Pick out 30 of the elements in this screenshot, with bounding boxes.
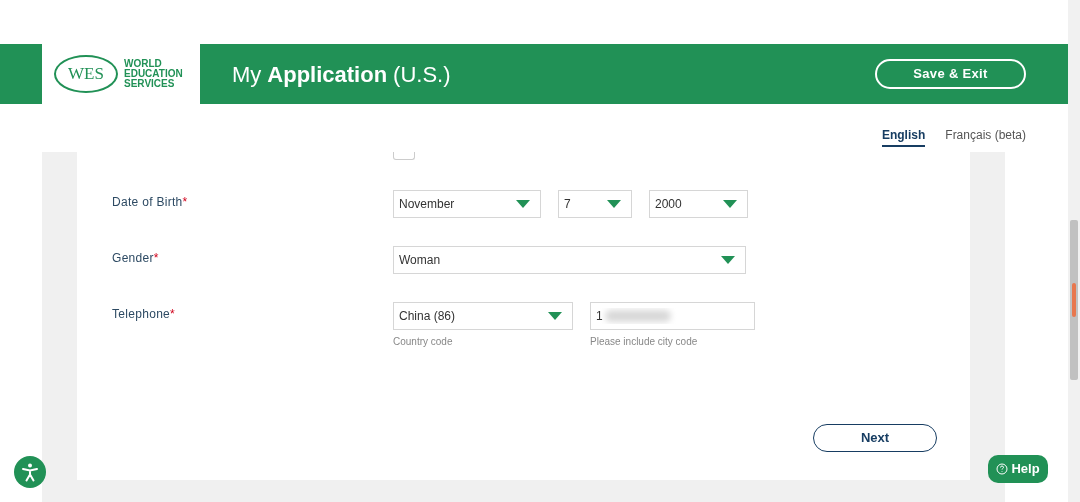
language-link[interactable]: Français (beta)	[945, 125, 1026, 147]
accessibility-icon	[20, 462, 40, 482]
language-link[interactable]: English	[881, 125, 926, 147]
caret-icon	[548, 312, 562, 320]
accessibility-button[interactable]	[14, 456, 46, 488]
select-field[interactable]: November	[393, 190, 541, 218]
field-label: Telephone*	[112, 306, 177, 323]
select-field[interactable]: 7	[558, 190, 632, 218]
logo-text: EDUCATION	[124, 69, 183, 79]
select-field[interactable]: China (86)	[393, 302, 573, 330]
help-button[interactable]: Help	[988, 455, 1048, 483]
caret-icon	[723, 200, 737, 208]
question-icon	[996, 463, 1009, 475]
caret-icon	[516, 200, 530, 208]
input-field[interactable]: 1	[590, 302, 755, 330]
logo-mark: WES	[54, 55, 118, 93]
logo[interactable]: WES WORLD EDUCATION SERVICES	[42, 44, 200, 104]
field-hint: Please include city code	[590, 335, 699, 349]
field-label: Gender*	[112, 250, 160, 267]
save-exit-button[interactable]: Save & Exit	[875, 59, 1026, 89]
field-hint: Country code	[393, 335, 454, 349]
logo-text: WORLD	[124, 59, 163, 69]
logo-text: SERVICES	[124, 79, 176, 89]
caret-icon	[607, 200, 621, 208]
checkbox[interactable]	[393, 152, 415, 160]
select-field[interactable]: Woman	[393, 246, 746, 274]
select-field[interactable]: 2000	[649, 190, 748, 218]
page-title: My Application (U.S.)	[232, 60, 451, 89]
field-label: Date of Birth*	[112, 194, 189, 211]
caret-icon	[721, 256, 735, 264]
